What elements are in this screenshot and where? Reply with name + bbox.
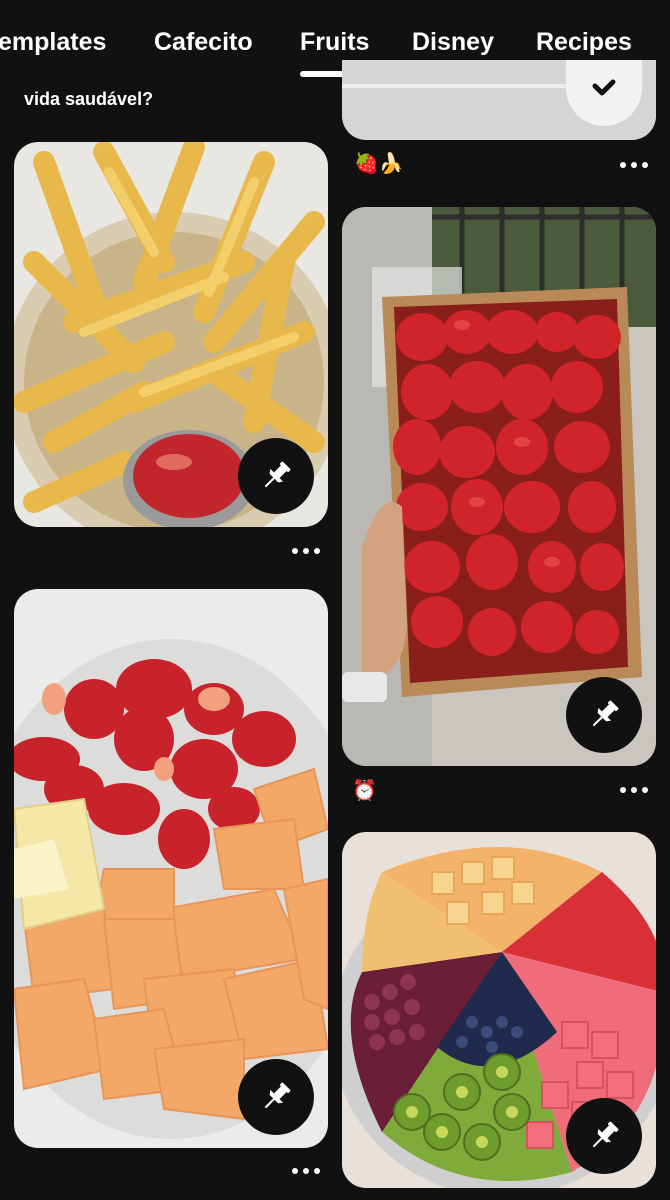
tab-templates[interactable]: emplates	[0, 28, 106, 57]
tab-recipes[interactable]: Recipes	[536, 28, 632, 57]
more-options-icon[interactable]	[292, 546, 320, 556]
pin-card-strawberry-crate[interactable]	[342, 207, 656, 766]
pin-card-french-fries[interactable]	[14, 142, 328, 527]
pin-icon	[592, 700, 619, 727]
tab-cafecito[interactable]: Cafecito	[154, 28, 253, 57]
pin-card-fruit-platter[interactable]	[342, 832, 656, 1188]
pin-caption-emoji: 🍓🍌	[354, 151, 404, 175]
pin-icon	[264, 461, 291, 488]
pin-caption: vida saudável?	[24, 89, 154, 109]
pin-icon	[264, 1082, 291, 1109]
tab-fruits[interactable]: Fruits	[300, 28, 369, 57]
tab-disney[interactable]: Disney	[412, 28, 494, 57]
save-pin-button[interactable]	[566, 1098, 642, 1174]
pin-caption-emoji: ⏰	[352, 778, 377, 802]
save-pin-button[interactable]	[238, 1059, 314, 1135]
pin-icon	[592, 1121, 619, 1148]
more-options-icon[interactable]	[292, 1166, 320, 1176]
save-pin-button[interactable]	[566, 677, 642, 753]
save-pin-button[interactable]	[238, 438, 314, 514]
more-options-icon[interactable]	[620, 785, 648, 795]
check-icon	[592, 79, 616, 96]
pin-card-fruit-bowl[interactable]	[14, 589, 328, 1148]
more-options-icon[interactable]	[620, 160, 648, 170]
pin-card-partial[interactable]	[342, 60, 656, 140]
